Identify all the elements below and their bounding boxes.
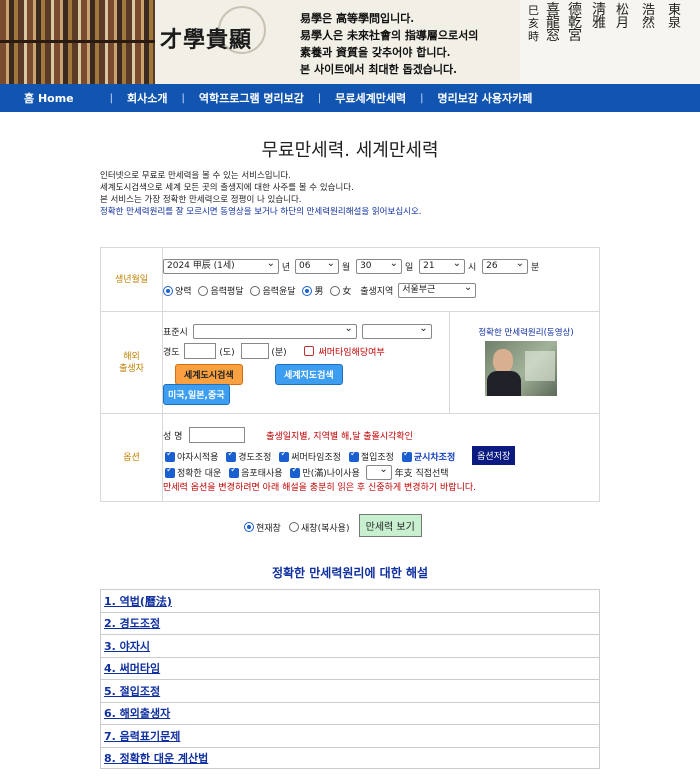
intro-text: 인터넷으로 무료로 만세력을 볼 수 있는 서비스입니다. 세계도시검색으로 세… [100,170,600,218]
nav-home[interactable]: 홈 Home [24,90,74,106]
view-controls: 현재창 새창(복사용) 만세력 보기 [244,514,422,537]
explain-list: 1. 역법(曆法) 2. 경도조정 3. 야자시 4. 써머타임 5. 절입조정… [100,589,600,769]
nav-separator: | [420,92,424,104]
explain-item-longitude[interactable]: 2. 경도조정 [100,611,600,634]
sunrise-note[interactable]: 출생일지별, 지역별 해,달 출몰시각확인 [266,429,413,442]
regions-button[interactable]: 미국,일본,중국 [163,384,230,405]
option-eumpotae-checkbox[interactable] [229,465,240,478]
view-current-window-radio[interactable] [244,522,254,532]
calendar-solar-radio[interactable] [163,285,173,296]
option-equation-of-time-checkbox[interactable] [401,449,412,462]
nav-separator: | [109,92,114,104]
hour-select[interactable]: 21 [419,257,466,274]
nav-separator: | [181,92,185,104]
summer-time-checkbox[interactable] [303,346,314,356]
gender-female-radio[interactable] [330,285,341,296]
timezone-sub-select[interactable] [361,322,432,339]
region-select[interactable]: 서울부근 [398,281,477,298]
birth-label: 생년월일 [100,247,163,312]
longitude-degree-input[interactable] [184,343,217,359]
option-solarterm-checkbox[interactable] [348,449,359,462]
calendar-form: 생년월일 2024 甲辰 (1세) 년 06 월 30 일 21 시 26 분 … [100,247,600,502]
explain-title: 정확한 만세력원리에 대한 해설 [271,566,429,580]
explain-item-calendar-method[interactable]: 1. 역법(曆法) [100,589,600,612]
nav-separator: | [317,92,322,104]
bookshelf-image [0,0,155,84]
option-daeun-checkbox[interactable] [165,465,175,478]
option-midnight-checkbox[interactable] [165,449,175,462]
option-full-age-checkbox[interactable] [290,465,301,478]
day-select[interactable]: 30 [356,257,403,274]
timezone-select[interactable] [192,322,357,339]
month-select[interactable]: 06 [295,257,340,274]
slogan: 易學은 高等學問입니다. 易學人은 未來社會의 指導層으로서의 素養과 資質을 … [300,12,479,76]
options-warning: 만세력 옵션을 변경하려면 아래 해설을 충분히 읽은 후 신중하게 변경하기 … [163,483,476,493]
nav-program[interactable]: 역학프로그램 명리보감 [199,90,304,106]
year-select[interactable]: 2024 甲辰 (1세) [163,257,279,274]
explain-item-overseas[interactable]: 6. 해외출생자 [100,701,600,724]
video-title[interactable]: 정확한 만세력원리(동영상) [451,326,601,338]
overseas-label: 해외 출생자 [100,311,163,414]
calendar-leap-radio[interactable] [250,285,261,296]
explain-item-summertime[interactable]: 4. 써머타임 [100,656,600,679]
video-panel: 정확한 만세력원리(동영상) [451,312,601,413]
option-summertime-checkbox[interactable] [279,449,290,462]
save-options-button[interactable]: 옵션저장 [472,446,516,465]
map-search-button[interactable]: 세계지도검색 [275,364,343,385]
year-pillar-select[interactable] [365,463,392,480]
site-logo[interactable]: 才學貴顯 [160,22,252,54]
calligraphy-image: 巳亥時 喜龍窓 德乾宮 淸雅 松月 浩然 東泉 [520,0,700,84]
minute-select[interactable]: 26 [482,257,529,274]
explain-item-daeun[interactable]: 8. 정확한 대운 계산법 [100,746,600,769]
nav-free-calendar[interactable]: 무료세계만세력 [335,90,406,106]
longitude-minute-input[interactable] [240,343,269,359]
gender-male-radio[interactable] [302,285,313,296]
view-calendar-button[interactable]: 만세력 보기 [358,514,422,537]
explain-item-solarterm[interactable]: 5. 절입조정 [100,679,600,702]
options-label: 옵션 [100,413,163,502]
explain-item-lunar-notation[interactable]: 7. 음력표기문제 [100,724,600,747]
city-search-button[interactable]: 세계도시검색 [175,364,243,385]
main-nav: 홈 Home | 회사소개 | 역학프로그램 명리보감 | 무료세계만세력 | … [0,84,700,112]
name-input[interactable] [189,427,246,443]
explain-item-midnight[interactable]: 3. 야자시 [100,634,600,657]
page-title: 무료만세력. 세계만세력 [261,140,439,161]
option-longitude-checkbox[interactable] [226,449,237,462]
view-new-window-radio[interactable] [289,522,300,532]
nav-cafe[interactable]: 명리보감 사용자카페 [438,90,533,106]
overseas-inputs: 표준시 경도 (도) (분) 써머타임해당여부 세계도시검색 [163,312,450,413]
intro-link[interactable]: 정확한 만세력원리를 잘 모르시면 동영상을 보거나 하단의 만세력원리해설을 … [100,206,600,218]
nav-company[interactable]: 회사소개 [127,90,167,106]
site-banner: 才學貴顯 易學은 高等學問입니다. 易學人은 未來社會의 指導層으로서의 素養과… [0,0,700,84]
video-thumbnail[interactable] [485,341,557,396]
calendar-lunar-radio[interactable] [198,285,209,296]
